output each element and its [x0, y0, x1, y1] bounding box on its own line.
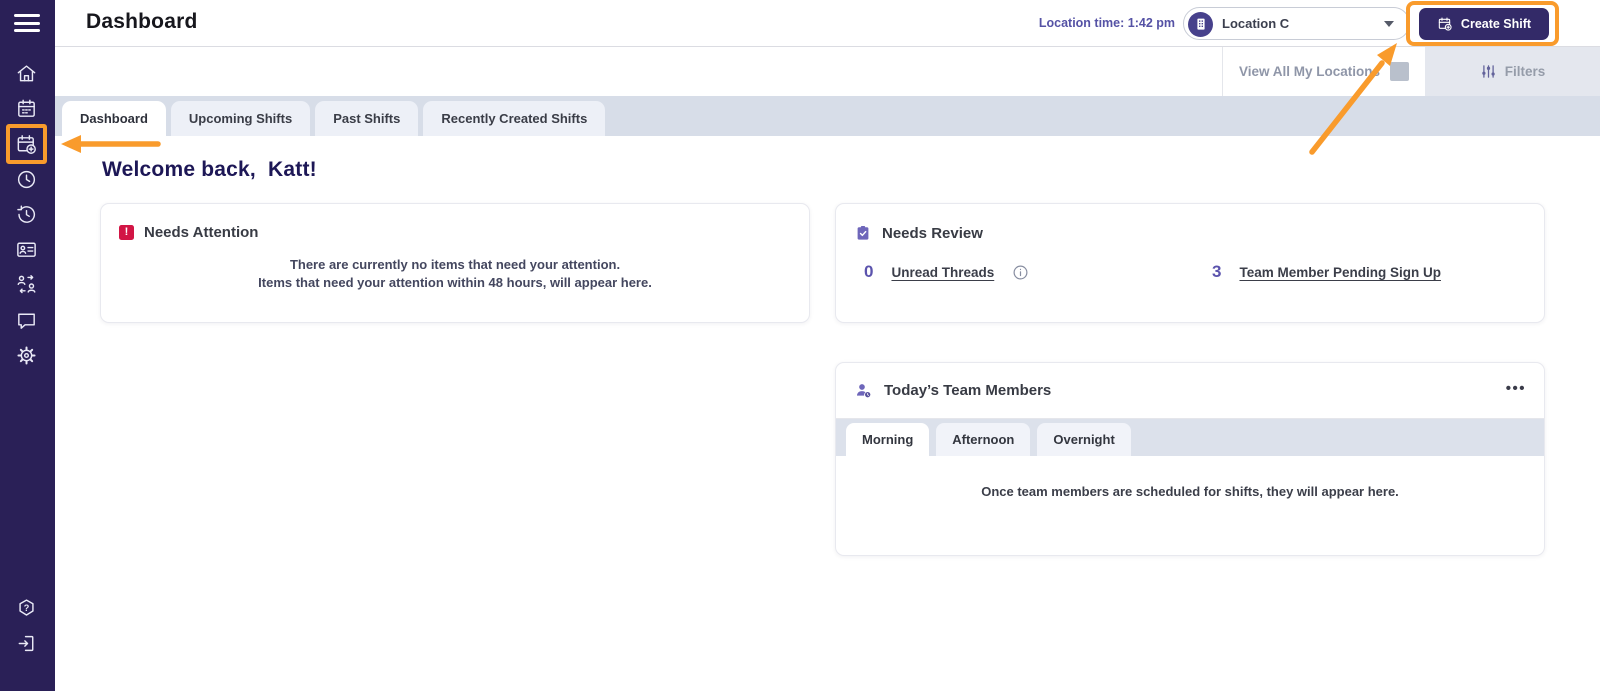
sidebar-item-team-roster[interactable]: [15, 238, 39, 262]
sidebar-item-messages[interactable]: [15, 309, 39, 333]
home-icon: [17, 65, 36, 82]
filters-label: Filters: [1504, 64, 1546, 79]
menu-icon: [14, 14, 40, 17]
page-title: Dashboard: [86, 10, 198, 33]
id-card-icon: [17, 242, 36, 257]
chevron-down-icon: [1384, 21, 1394, 27]
sidebar-item-create-shift[interactable]: [15, 133, 39, 157]
sub-toolbar: View All My Locations Filters: [55, 47, 1600, 96]
needs-review-card: Needs Review 0 Unread Threads 3 Team Mem…: [835, 203, 1545, 323]
view-all-locations-toggle[interactable]: View All My Locations: [1222, 47, 1425, 96]
info-icon: [1013, 265, 1028, 279]
sidebar-item-history[interactable]: [15, 203, 39, 227]
tab-upcoming-shifts[interactable]: Upcoming Shifts: [170, 101, 311, 136]
pending-signup-stat: 3 Team Member Pending Sign Up: [1212, 262, 1441, 282]
info-button[interactable]: [1012, 264, 1029, 281]
create-shift-label: Create Shift: [1460, 17, 1532, 31]
unread-threads-link[interactable]: Unread Threads: [891, 265, 994, 280]
tab-afternoon[interactable]: Afternoon: [936, 423, 1031, 456]
tab-dashboard[interactable]: Dashboard: [62, 101, 166, 136]
needs-review-title: Needs Review: [882, 224, 983, 242]
tab-recently-created-shifts[interactable]: Recently Created Shifts: [423, 101, 606, 136]
needs-attention-card: ! Needs Attention There are currently no…: [100, 203, 810, 323]
main-tabs: Dashboard Upcoming Shifts Past Shifts Re…: [55, 96, 1600, 136]
pending-signup-count: 3: [1212, 262, 1222, 281]
logout-icon: [18, 635, 34, 652]
svg-text:?: ?: [24, 603, 30, 613]
alert-icon: !: [119, 225, 134, 240]
todays-team-members-title: Today’s Team Members: [884, 382, 1052, 399]
calendar-add-icon: [1438, 17, 1452, 31]
unread-threads-count: 0: [864, 262, 874, 281]
sidebar-item-time-clock[interactable]: [15, 168, 39, 192]
building-icon: [1188, 11, 1213, 37]
create-shift-button[interactable]: Create Shift: [1419, 8, 1549, 40]
location-select-value: Location C: [1222, 16, 1290, 31]
todays-team-members-card: Today’s Team Members ••• Morning Afterno…: [835, 362, 1545, 556]
view-all-locations-label: View All My Locations: [1238, 64, 1381, 79]
main-content: Welcome back, Katt! ! Needs Attention Th…: [55, 136, 1600, 691]
chat-icon: [18, 313, 35, 329]
sidebar-item-schedule[interactable]: [15, 97, 39, 121]
needs-attention-empty-line1: There are currently no items that need y…: [289, 257, 621, 272]
menu-button[interactable]: [14, 14, 40, 34]
app-root: ? Dashboard Location time: 1:42 pm Locat…: [0, 0, 1600, 691]
sidebar-item-shift-swap[interactable]: [15, 273, 39, 297]
sidebar-item-home[interactable]: [15, 62, 39, 86]
filters-button[interactable]: Filters: [1425, 47, 1600, 96]
tab-overnight[interactable]: Overnight: [1037, 423, 1131, 456]
location-time-label: Location time: 1:42 pm: [1038, 16, 1175, 30]
tab-past-shifts[interactable]: Past Shifts: [315, 101, 419, 136]
needs-attention-empty-line2: Items that need your attention within 48…: [258, 274, 652, 290]
sidebar-item-settings[interactable]: [15, 344, 39, 368]
person-clock-icon: [857, 383, 871, 397]
shift-period-tabs: Morning Afternoon Overnight: [836, 419, 1544, 456]
clock-icon: [17, 170, 36, 189]
filters-icon: [1482, 65, 1495, 78]
location-select[interactable]: Location C: [1183, 7, 1410, 40]
needs-attention-title: Needs Attention: [144, 224, 259, 241]
sidebar-item-logout[interactable]: [15, 632, 39, 656]
card-menu-button[interactable]: •••: [1506, 380, 1526, 397]
settings-icon: [17, 346, 36, 365]
help-icon: ?: [19, 599, 34, 616]
unread-threads-stat: 0 Unread Threads: [864, 262, 1212, 282]
shift-swap-icon: [17, 275, 36, 294]
welcome-heading: Welcome back, Katt!: [102, 158, 317, 181]
view-all-locations-checkbox[interactable]: [1390, 62, 1410, 81]
clipboard-check-icon: [857, 225, 869, 240]
calendar-add-icon: [17, 135, 36, 154]
sidebar: ?: [0, 0, 55, 691]
sidebar-item-help[interactable]: ?: [15, 597, 39, 621]
header: Dashboard Location time: 1:42 pm Locatio…: [55, 0, 1600, 47]
team-members-empty-text: Once team members are scheduled for shif…: [981, 484, 1399, 499]
calendar-icon: [18, 99, 35, 117]
tab-morning[interactable]: Morning: [846, 423, 930, 456]
pending-signup-link[interactable]: Team Member Pending Sign Up: [1239, 265, 1441, 280]
history-icon: [17, 205, 36, 223]
